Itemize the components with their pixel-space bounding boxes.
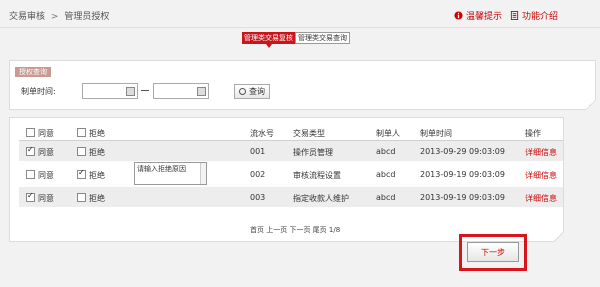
reject-checkbox[interactable] [77, 147, 86, 156]
header-reject: 拒绝 [89, 129, 105, 138]
table-row: 同意 拒绝 001 操作员管理 abcd 2013-09-29 09:03:09… [19, 141, 563, 161]
reject-label: 拒绝 [89, 194, 105, 203]
search-icon [239, 88, 246, 95]
table-header: 同意 拒绝 流水号 交易类型 制单人 制单时间 操作 [19, 126, 563, 141]
agree-label: 同意 [38, 148, 54, 157]
auth-table-panel: 同意 拒绝 流水号 交易类型 制单人 制单时间 操作 同意 拒绝 001 操作员… [9, 117, 564, 242]
reject-reason-placeholder: 请输入拒绝原因 [137, 165, 186, 173]
time-cell: 2013-09-19 09:03:09 [420, 193, 505, 202]
end-date-input[interactable] [153, 83, 209, 99]
header-divider [0, 27, 600, 28]
top-bar: 交易审核 > 管理员授权 温馨提示 功能介绍 [0, 0, 600, 28]
search-button[interactable]: 查询 [234, 84, 270, 99]
agree-all-checkbox[interactable] [26, 128, 35, 137]
type-cell: 指定收款人维护 [293, 194, 349, 203]
header-maker: 制单人 [376, 129, 400, 138]
breadcrumb-separator: > [50, 12, 59, 22]
breadcrumb-current: 管理员授权 [64, 12, 110, 22]
detail-link[interactable]: 详细信息 [525, 147, 557, 158]
warm-hint-link[interactable]: 温馨提示 [454, 9, 502, 22]
header-type: 交易类型 [293, 129, 325, 138]
tab-mgmt-query[interactable]: 管理类交易查询 [295, 32, 350, 44]
reject-checkbox[interactable] [77, 168, 86, 179]
detail-link[interactable]: 详细信息 [525, 193, 557, 204]
tab-bar: 管理类交易复核 管理类交易查询 [242, 32, 350, 48]
panel-corner [585, 99, 596, 110]
reject-label: 拒绝 [89, 171, 105, 180]
header-serial: 流水号 [250, 129, 274, 138]
next-step-button[interactable]: 下一步 [467, 242, 519, 262]
serial-cell: 001 [250, 147, 266, 156]
maker-cell: abcd [376, 147, 396, 156]
maker-cell: abcd [376, 193, 396, 202]
serial-cell: 002 [250, 170, 266, 179]
document-icon [510, 11, 519, 20]
calendar-icon[interactable] [126, 87, 135, 96]
time-cell: 2013-09-19 09:03:09 [420, 170, 505, 179]
feature-intro-label: 功能介绍 [522, 12, 559, 22]
calendar-icon[interactable] [197, 87, 206, 96]
panel-corner [553, 231, 564, 242]
type-cell: 操作员管理 [293, 148, 333, 157]
info-icon [454, 11, 463, 20]
warm-hint-label: 温馨提示 [466, 12, 503, 22]
type-cell: 审核流程设置 [293, 171, 341, 180]
tab-mgmt-review[interactable]: 管理类交易复核 [242, 32, 295, 48]
detail-link[interactable]: 详细信息 [525, 170, 557, 181]
agree-checkbox[interactable] [26, 191, 35, 202]
pagination[interactable]: 首页 上一页 下一页 尾页 1/8 [250, 225, 340, 235]
query-panel: 授权查询 制单时间: 查询 [9, 60, 596, 110]
table-row: 同意 拒绝 003 指定收款人维护 abcd 2013-09-19 09:03:… [19, 187, 563, 207]
search-button-label: 查询 [249, 87, 265, 96]
query-section-tag: 授权查询 [15, 67, 51, 77]
date-range-dash [141, 90, 149, 91]
agree-label: 同意 [38, 194, 54, 203]
reject-all-checkbox[interactable] [77, 128, 86, 137]
serial-cell: 003 [250, 193, 266, 202]
make-time-label: 制单时间: [21, 87, 56, 96]
start-date-input[interactable] [82, 83, 138, 99]
feature-intro-link[interactable]: 功能介绍 [510, 9, 558, 22]
header-agree: 同意 [38, 129, 54, 138]
agree-checkbox[interactable] [26, 145, 35, 156]
reject-checkbox[interactable] [77, 193, 86, 202]
agree-checkbox[interactable] [26, 170, 35, 179]
header-time: 制单时间 [420, 129, 452, 138]
agree-label: 同意 [38, 171, 54, 180]
maker-cell: abcd [376, 170, 396, 179]
textarea-scrollbar[interactable] [200, 163, 206, 184]
breadcrumb-root[interactable]: 交易审核 [9, 12, 45, 22]
time-cell: 2013-09-29 09:03:09 [420, 147, 505, 156]
reject-label: 拒绝 [89, 148, 105, 157]
reject-reason-textarea[interactable]: 请输入拒绝原因 [134, 162, 207, 185]
table-row: 同意 拒绝 请输入拒绝原因 002 审核流程设置 abcd 2013-09-19… [19, 161, 563, 187]
header-op: 操作 [525, 129, 541, 138]
breadcrumb: 交易审核 > 管理员授权 [9, 9, 109, 22]
